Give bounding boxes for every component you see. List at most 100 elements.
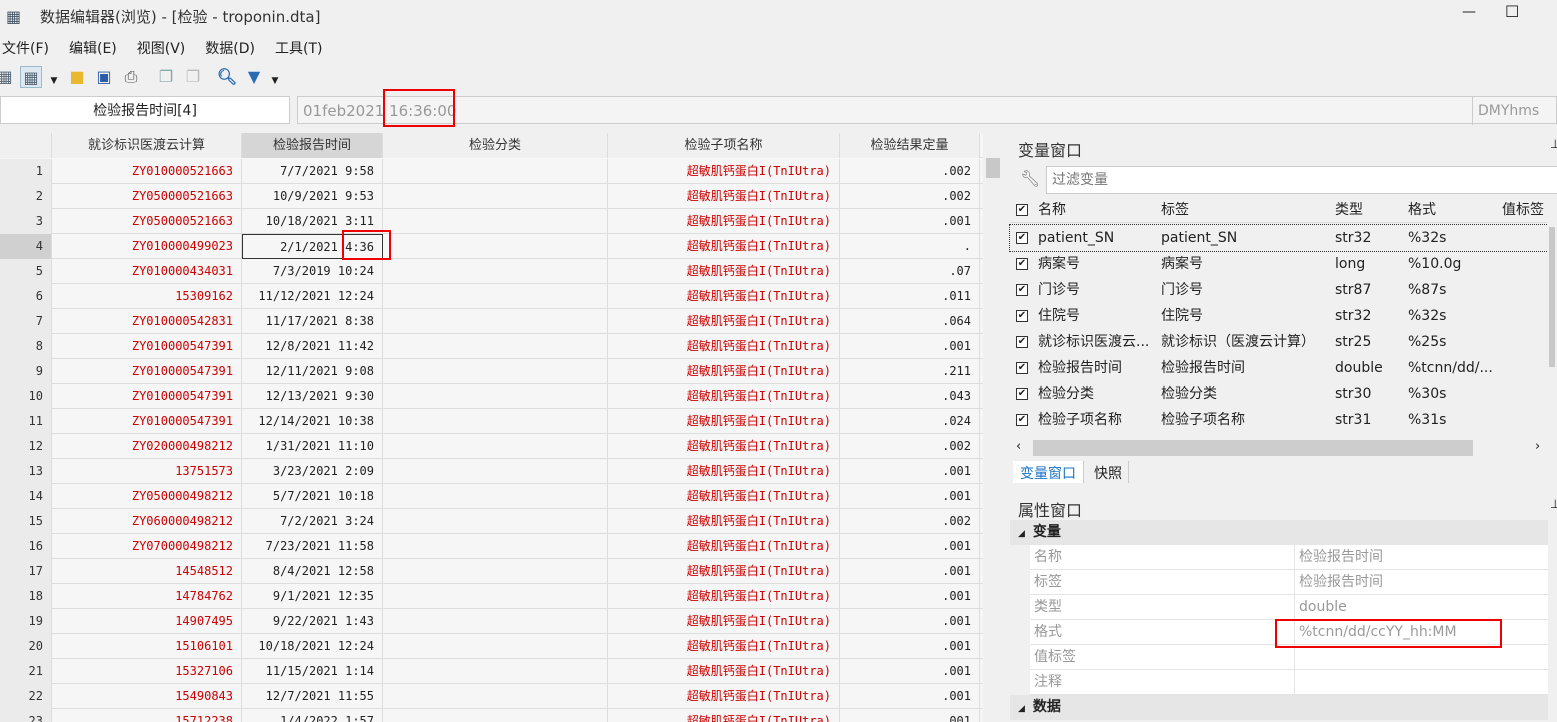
- variable-row[interactable]: ✔ 检验子项名称 检验子项名称 str31 %31s: [1010, 407, 1550, 433]
- category-cell[interactable]: [383, 459, 608, 484]
- row-number[interactable]: 3: [0, 209, 52, 234]
- grid-vertical-scrollbar[interactable]: [983, 133, 1003, 722]
- item-name-cell[interactable]: 超敏肌钙蛋白I(TnIUtra): [608, 309, 840, 334]
- col-header[interactable]: 类型: [1335, 197, 1363, 223]
- open-folder-icon[interactable]: ■: [66, 66, 88, 88]
- item-name-cell[interactable]: 超敏肌钙蛋白I(TnIUtra): [608, 184, 840, 209]
- category-cell[interactable]: [383, 609, 608, 634]
- result-cell[interactable]: .001: [840, 484, 980, 509]
- category-cell[interactable]: [383, 534, 608, 559]
- report-time-cell[interactable]: 11/15/2021 1:14: [242, 659, 383, 684]
- section-data[interactable]: ◢ 数据: [1010, 695, 1548, 720]
- category-cell[interactable]: [383, 509, 608, 534]
- result-cell[interactable]: .001: [840, 584, 980, 609]
- property-value[interactable]: 检验报告时间: [1294, 545, 1548, 570]
- edit-data-icon[interactable]: ▦: [0, 66, 16, 88]
- item-name-cell[interactable]: 超敏肌钙蛋白I(TnIUtra): [608, 534, 840, 559]
- tab-variables[interactable]: 变量窗口: [1013, 461, 1084, 483]
- result-cell[interactable]: .002: [840, 184, 980, 209]
- item-name-cell[interactable]: 超敏肌钙蛋白I(TnIUtra): [608, 159, 840, 184]
- menu-file[interactable]: 文件(F): [0, 32, 59, 58]
- item-name-cell[interactable]: 超敏肌钙蛋白I(TnIUtra): [608, 584, 840, 609]
- category-cell[interactable]: [383, 159, 608, 184]
- item-name-cell[interactable]: 超敏肌钙蛋白I(TnIUtra): [608, 334, 840, 359]
- visit-id-cell[interactable]: ZY010000434031: [52, 259, 242, 284]
- report-time-cell[interactable]: 11/17/2021 8:38: [242, 309, 383, 334]
- row-number[interactable]: 23: [0, 709, 52, 722]
- category-cell[interactable]: [383, 309, 608, 334]
- col-header[interactable]: 名称: [1038, 197, 1066, 223]
- row-number[interactable]: 11: [0, 409, 52, 434]
- category-cell[interactable]: [383, 709, 608, 722]
- item-name-cell[interactable]: 超敏肌钙蛋白I(TnIUtra): [608, 559, 840, 584]
- variable-checkbox[interactable]: ✔: [1016, 388, 1028, 400]
- result-cell[interactable]: .001: [840, 534, 980, 559]
- print-icon[interactable]: ⎙: [120, 66, 142, 88]
- result-cell[interactable]: .001: [840, 609, 980, 634]
- category-cell[interactable]: [383, 684, 608, 709]
- col-header[interactable]: 值标签: [1502, 197, 1544, 223]
- item-name-cell[interactable]: 超敏肌钙蛋白I(TnIUtra): [608, 284, 840, 309]
- visit-id-cell[interactable]: ZY010000547391: [52, 359, 242, 384]
- report-time-cell[interactable]: 12/13/2021 9:30: [242, 384, 383, 409]
- property-row[interactable]: 类型 double: [1030, 595, 1548, 620]
- copy-icon[interactable]: ❐: [155, 66, 177, 88]
- variable-checkbox[interactable]: ✔: [1016, 232, 1028, 244]
- variable-row[interactable]: ✔ 检验分类 检验分类 str30 %30s: [1010, 381, 1550, 407]
- report-time-cell[interactable]: 7/3/2019 10:24: [242, 259, 383, 284]
- variable-row[interactable]: ✔ patient_SN patient_SN str32 %32s: [1009, 224, 1551, 252]
- report-time-cell[interactable]: 10/9/2021 9:53: [242, 184, 383, 209]
- report-time-cell[interactable]: 12/11/2021 9:08: [242, 359, 383, 384]
- variable-checkbox[interactable]: ✔: [1016, 284, 1028, 296]
- category-cell[interactable]: [383, 359, 608, 384]
- column-header[interactable]: 检验子项名称: [608, 133, 840, 158]
- category-cell[interactable]: [383, 234, 608, 259]
- col-header[interactable]: 格式: [1408, 197, 1436, 223]
- item-name-cell[interactable]: 超敏肌钙蛋白I(TnIUtra): [608, 684, 840, 709]
- item-name-cell[interactable]: 超敏肌钙蛋白I(TnIUtra): [608, 384, 840, 409]
- variable-checkbox[interactable]: ✔: [1016, 310, 1028, 322]
- row-number[interactable]: 16: [0, 534, 52, 559]
- category-cell[interactable]: [383, 584, 608, 609]
- result-cell[interactable]: .043: [840, 384, 980, 409]
- visit-id-cell[interactable]: ZY010000547391: [52, 409, 242, 434]
- result-cell[interactable]: .211: [840, 359, 980, 384]
- item-name-cell[interactable]: 超敏肌钙蛋白I(TnIUtra): [608, 209, 840, 234]
- item-name-cell[interactable]: 超敏肌钙蛋白I(TnIUtra): [608, 409, 840, 434]
- result-cell[interactable]: .001: [840, 634, 980, 659]
- row-number[interactable]: 6: [0, 284, 52, 309]
- item-name-cell[interactable]: 超敏肌钙蛋白I(TnIUtra): [608, 509, 840, 534]
- item-name-cell[interactable]: 超敏肌钙蛋白I(TnIUtra): [608, 709, 840, 722]
- col-header[interactable]: 标签: [1161, 197, 1189, 223]
- row-number[interactable]: 4: [0, 234, 52, 259]
- search-icon[interactable]: 🔍︎: [216, 66, 238, 88]
- row-number[interactable]: 13: [0, 459, 52, 484]
- column-header[interactable]: 检验结果定量: [840, 133, 980, 158]
- result-cell[interactable]: .001: [840, 334, 980, 359]
- row-number[interactable]: 1: [0, 159, 52, 184]
- result-cell[interactable]: .002: [840, 434, 980, 459]
- visit-id-cell[interactable]: 13751573: [52, 459, 242, 484]
- pin-icon[interactable]: ⊥: [1550, 137, 1557, 151]
- variables-hscroll[interactable]: ‹ ›: [1010, 438, 1555, 458]
- row-number[interactable]: 2: [0, 184, 52, 209]
- filter-variables-input[interactable]: [1046, 166, 1557, 194]
- menu-tools[interactable]: 工具(T): [273, 32, 332, 58]
- result-cell[interactable]: .001: [840, 459, 980, 484]
- result-cell[interactable]: .001: [840, 209, 980, 234]
- save-icon[interactable]: ▣: [93, 66, 115, 88]
- visit-id-cell[interactable]: ZY010000542831: [52, 309, 242, 334]
- item-name-cell[interactable]: 超敏肌钙蛋白I(TnIUtra): [608, 359, 840, 384]
- report-time-cell[interactable]: 3/23/2021 2:09: [242, 459, 383, 484]
- item-name-cell[interactable]: 超敏肌钙蛋白I(TnIUtra): [608, 634, 840, 659]
- visit-id-cell[interactable]: ZY010000499023: [52, 234, 242, 259]
- scroll-right-icon[interactable]: ›: [1535, 439, 1540, 454]
- browse-data-icon[interactable]: ▦: [20, 66, 42, 88]
- report-time-cell[interactable]: 5/7/2021 10:18: [242, 484, 383, 509]
- minimize-button[interactable]: —: [1462, 4, 1476, 20]
- row-number[interactable]: 8: [0, 334, 52, 359]
- visit-id-cell[interactable]: 15712238: [52, 709, 242, 722]
- collapse-icon[interactable]: ◢: [1010, 704, 1033, 714]
- filter-dropdown-icon[interactable]: ▼: [264, 70, 286, 92]
- visit-id-cell[interactable]: ZY010000547391: [52, 384, 242, 409]
